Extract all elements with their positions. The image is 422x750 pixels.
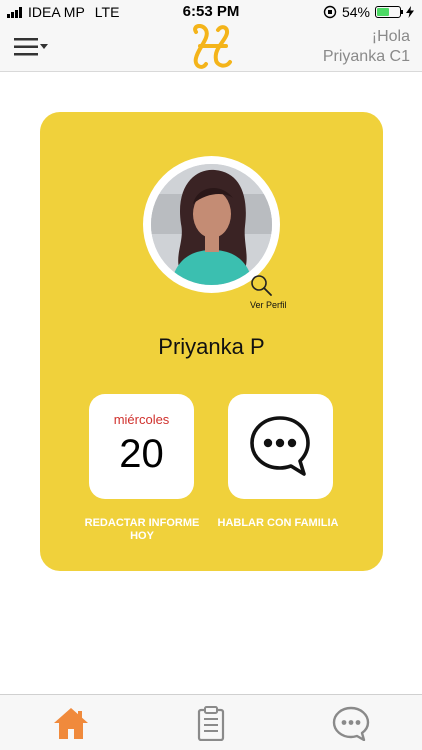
- calendar-day: 20: [119, 432, 164, 476]
- charging-icon: [406, 6, 414, 18]
- tab-reports[interactable]: [191, 705, 231, 742]
- avatar-ring[interactable]: [143, 156, 280, 293]
- tab-bar: [0, 694, 422, 750]
- greeting-user: Priyanka C1: [322, 48, 410, 65]
- chat-bubble-icon: [250, 416, 310, 476]
- status-bar: IDEA MP LTE 6:53 PM 54%: [0, 0, 422, 24]
- battery-icon: [375, 6, 403, 18]
- profile-name: Priyanka P: [158, 334, 265, 359]
- write-report-button[interactable]: miércoles 20: [89, 394, 194, 499]
- app-header: ¡Hola Priyanka C1: [0, 23, 422, 72]
- orientation-lock-icon: [323, 5, 337, 19]
- clipboard-icon: [197, 706, 225, 742]
- tab-chat[interactable]: [331, 705, 371, 742]
- battery-percent: 54%: [341, 4, 370, 20]
- greeting: ¡Hola Priyanka C1: [323, 27, 410, 67]
- home-icon: [54, 708, 88, 739]
- avatar: [151, 164, 272, 285]
- search-icon[interactable]: [250, 274, 272, 296]
- chat-icon: [332, 706, 370, 742]
- tab-home[interactable]: [51, 705, 91, 741]
- greeting-line1: ¡Hola: [371, 28, 410, 45]
- write-report-label[interactable]: REDACTAR INFORME HOY: [72, 517, 212, 543]
- talk-family-button[interactable]: [228, 394, 333, 499]
- calendar-weekday: miércoles: [113, 412, 170, 427]
- app-logo: [188, 23, 236, 70]
- talk-family-label[interactable]: HABLAR CON FAMILIA: [208, 517, 348, 530]
- profile-card: Ver Perfil Priyanka P miércoles 20 REDAC…: [40, 112, 383, 571]
- status-right: 54%: [323, 4, 414, 20]
- menu-button[interactable]: [14, 36, 50, 58]
- view-profile-link[interactable]: Ver Perfil: [250, 300, 287, 310]
- hamburger-menu-icon: [14, 38, 48, 56]
